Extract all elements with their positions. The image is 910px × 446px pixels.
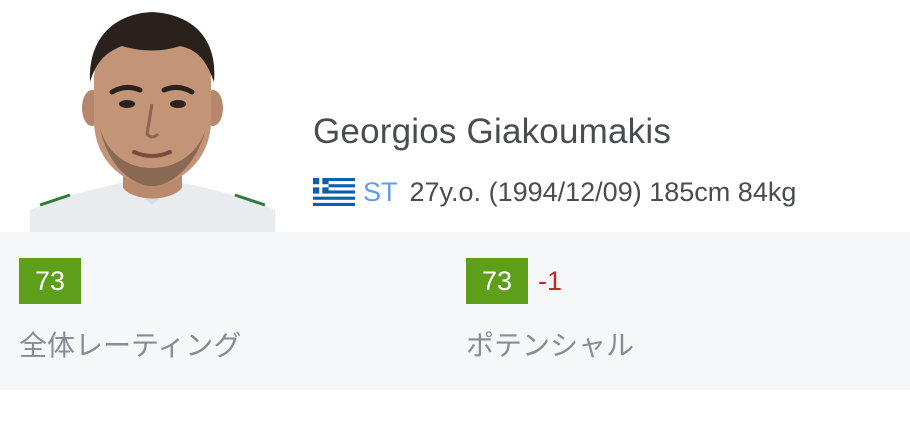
player-position[interactable]: ST [363, 177, 398, 208]
overall-rating-label: 全体レーティング [19, 329, 242, 362]
player-height: 185cm [649, 176, 731, 207]
player-age: 27y.o. [409, 176, 482, 207]
player-meta: ST 27y.o. (1994/12/09) 185cm 84kg [313, 172, 796, 212]
player-birthdate: (1994/12/09) [488, 176, 642, 207]
potential-rating-badge: 73 [466, 258, 528, 304]
overall-rating-badge: 73 [19, 258, 81, 304]
player-name: Georgios Giakoumakis [313, 112, 672, 151]
greece-flag-icon [313, 178, 355, 206]
potential-rating-delta: -1 [538, 265, 563, 296]
player-weight: 84kg [737, 176, 797, 207]
ratings-panel: 73 全体レーティング 73 -1 ポテンシャル [0, 232, 910, 390]
overall-rating: 73 全体レーティング [19, 258, 241, 364]
player-photo [30, 0, 275, 232]
potential-rating: 73 -1 ポテンシャル [466, 258, 634, 364]
player-header: Georgios Giakoumakis ST 27y.o. (1994/12/… [0, 0, 910, 232]
potential-rating-label: ポテンシャル [466, 329, 635, 362]
